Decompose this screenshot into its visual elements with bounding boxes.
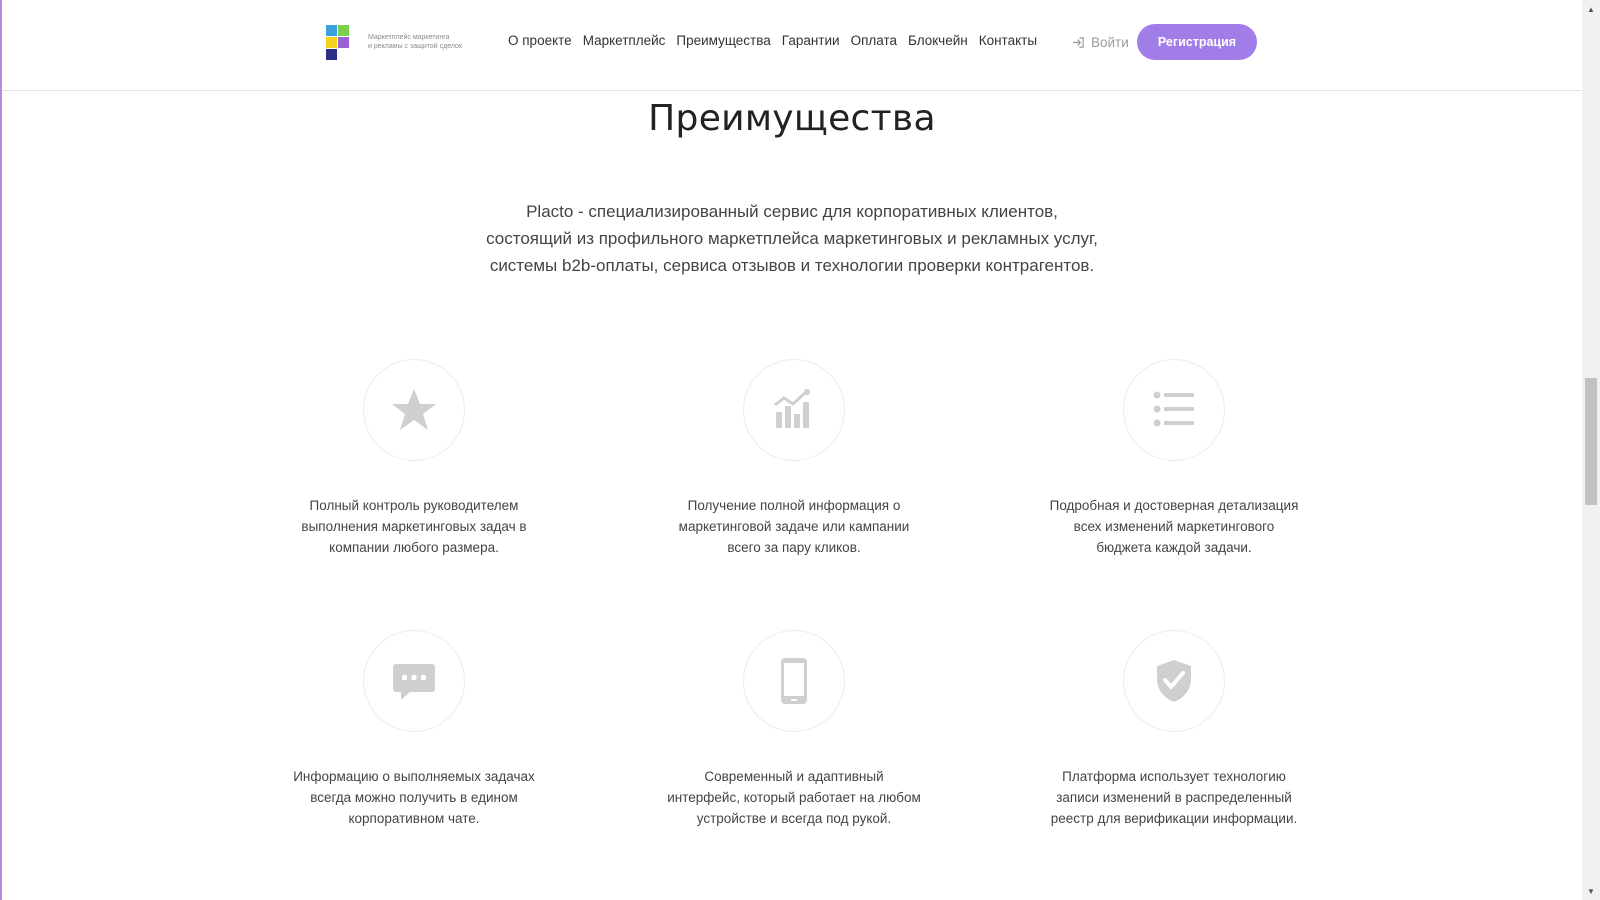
feature-line: Подробная и достоверная детализация	[1049, 498, 1299, 513]
login-link[interactable]: Войти	[1072, 33, 1129, 51]
feature-icon-circle	[1123, 359, 1225, 461]
site-header: Маркетплейс маркетинга и рекламы с защит…	[2, 0, 1582, 91]
feature-line: всегда можно получить в едином	[310, 790, 518, 805]
feature-line: Информацию о выполняемых задачах	[293, 769, 535, 784]
description-line: состоящий из профильного маркетплейса ма…	[486, 229, 1098, 248]
feature-line: выполнения маркетинговых задач в	[301, 519, 527, 534]
feature-line: маркетинговой задаче или кампании	[678, 519, 910, 534]
feature-line: устройстве и всегда под рукой.	[696, 811, 892, 826]
nav-item-marketplace[interactable]: Маркетплейс	[583, 33, 666, 51]
feature-text: Информацию о выполняемых задачах всегда …	[264, 766, 564, 829]
scroll-down-icon[interactable]: ▼	[1582, 882, 1600, 900]
page-viewport: Маркетплейс маркетинга и рекламы с защит…	[0, 0, 1582, 900]
feature-line: Платформа использует технологию	[1062, 769, 1286, 784]
feature-text: Подробная и достоверная детализация всех…	[1024, 495, 1324, 558]
scroll-up-icon[interactable]: ▲	[1582, 0, 1600, 18]
section-title: Преимущества	[648, 98, 936, 139]
chart-icon	[774, 389, 810, 428]
feature-line: бюджета каждой задачи.	[1096, 540, 1252, 555]
description-line: Placto - специализированный сервис для к…	[526, 202, 1058, 221]
nav-item-payment[interactable]: Оплата	[851, 33, 897, 51]
feature-line: Получение полной информация о	[687, 498, 901, 513]
feature-line: Полный контроль руководителем	[309, 498, 519, 513]
nav-item-blockchain[interactable]: Блокчейн	[908, 33, 968, 51]
star-icon	[392, 389, 436, 430]
logo-tagline-line: Маркетплейс маркетинга	[368, 34, 450, 41]
scrollbar-thumb[interactable]	[1585, 378, 1597, 505]
feature-text: Получение полной информация о маркетинго…	[644, 495, 944, 558]
login-icon	[1072, 36, 1084, 48]
feature-text: Современный и адаптивный интерфейс, кото…	[644, 766, 944, 829]
nav-item-contacts[interactable]: Контакты	[979, 33, 1037, 51]
chat-icon	[393, 664, 435, 700]
feature-line: Современный и адаптивный	[704, 769, 884, 784]
feature-line: реестр для верификации информации.	[1050, 811, 1298, 826]
nav-item-advantages[interactable]: Преимущества	[676, 33, 770, 51]
logo-tagline: Маркетплейс маркетинга и рекламы с защит…	[368, 33, 498, 51]
main-nav: О проекте Маркетплейс Преимущества Гаран…	[508, 33, 1037, 51]
feature-line: всего за пару кликов.	[727, 540, 861, 555]
feature-line: корпоративном чате.	[348, 811, 480, 826]
nav-item-guarantees[interactable]: Гарантии	[782, 33, 840, 51]
list-icon	[1153, 391, 1194, 427]
nav-item-about[interactable]: О проекте	[508, 33, 572, 51]
feature-line: всех изменений маркетингового	[1073, 519, 1275, 534]
feature-icon-circle	[363, 630, 465, 732]
feature-line: записи изменений в распределенный	[1056, 790, 1292, 805]
logo[interactable]: Маркетплейс маркетинга и рекламы с защит…	[326, 25, 496, 61]
feature-icon-circle	[363, 359, 465, 461]
register-button[interactable]: Регистрация	[1137, 24, 1257, 60]
feature-icon-circle	[1123, 630, 1225, 732]
feature-icon-circle	[743, 359, 845, 461]
logo-tagline-line: и рекламы с защитой сделок	[368, 43, 463, 50]
feature-text: Платформа использует технологию записи и…	[1024, 766, 1324, 829]
login-label: Войти	[1091, 34, 1129, 50]
shield-check-icon	[1157, 660, 1191, 702]
section-description: Placto - специализированный сервис для к…	[442, 198, 1142, 279]
mobile-icon	[781, 658, 807, 704]
vertical-scrollbar[interactable]: ▲ ▼	[1582, 0, 1600, 900]
feature-line: интерфейс, который работает на любом	[667, 790, 921, 805]
feature-text: Полный контроль руководителем выполнения…	[264, 495, 564, 558]
feature-icon-circle	[743, 630, 845, 732]
feature-line: компании любого размера.	[329, 540, 499, 555]
logo-mark	[326, 25, 350, 61]
description-line: системы b2b-оплаты, сервиса отзывов и те…	[489, 256, 1095, 275]
